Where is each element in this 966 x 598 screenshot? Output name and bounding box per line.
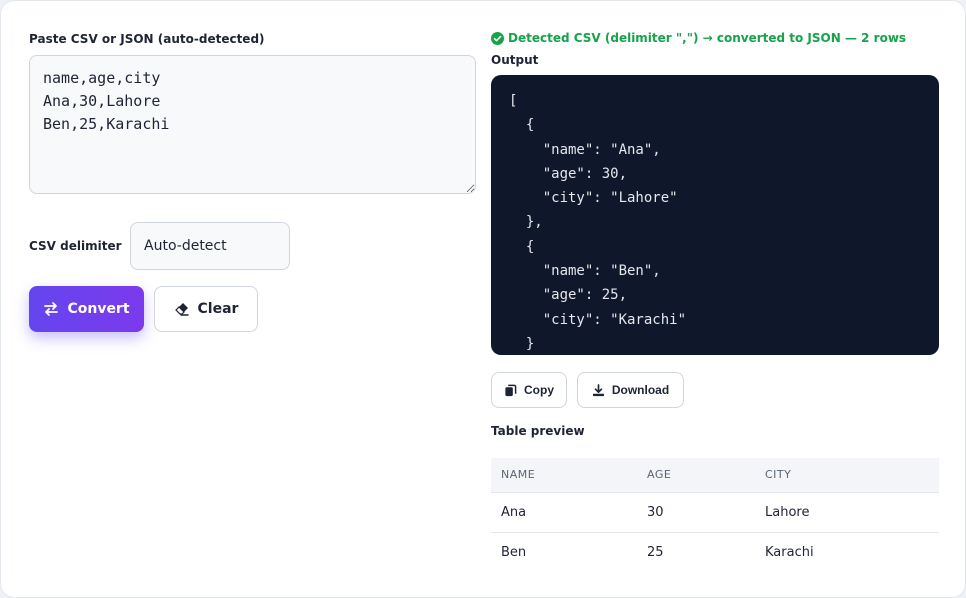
copy-label: Copy <box>524 383 554 397</box>
clear-label: Clear <box>197 301 239 317</box>
status-text: Detected CSV (delimiter ",") → converted… <box>508 31 907 45</box>
column-header: AGE <box>637 458 755 493</box>
csv-json-input[interactable]: name,age,city Ana,30,Lahore Ben,25,Karac… <box>29 55 476 194</box>
output-label: Output <box>491 53 539 67</box>
json-output: [ { "name": "Ana", "age": 30, "city": "L… <box>491 75 939 355</box>
detection-status: Detected CSV (delimiter ",") → converted… <box>491 31 906 45</box>
download-label: Download <box>611 383 670 397</box>
preview-table: NAME AGE CITY Ana 30 Lahore Ben 25 Karac… <box>491 458 939 572</box>
table-cell: Ana <box>491 492 637 533</box>
copy-icon <box>505 384 517 396</box>
column-header: CITY <box>755 458 939 493</box>
table-cell: Lahore <box>755 492 939 533</box>
input-label: Paste CSV or JSON (auto-detected) <box>29 32 265 46</box>
table-cell: Karachi <box>765 544 814 560</box>
copy-button[interactable]: Copy <box>491 372 567 408</box>
convert-label: Convert <box>67 301 130 317</box>
convert-button[interactable]: Convert <box>29 286 144 332</box>
column-header: NAME <box>491 458 637 493</box>
check-circle-icon <box>491 31 504 45</box>
preview-label: Table preview <box>491 424 585 438</box>
delimiter-input[interactable] <box>130 222 290 270</box>
table-cell: Ben <box>501 544 527 560</box>
download-icon <box>592 383 604 396</box>
table-row: Ana 30 Lahore <box>491 492 939 533</box>
download-button[interactable]: Download <box>577 372 684 408</box>
converter-card: Paste CSV or JSON (auto-detected) name,a… <box>0 0 966 598</box>
table-cell: 30 <box>637 492 755 533</box>
swap-arrows-icon <box>44 302 59 316</box>
delimiter-label: CSV delimiter <box>29 239 122 253</box>
eraser-icon <box>174 303 189 316</box>
clear-button[interactable]: Clear <box>154 286 258 332</box>
table-row: Ben 25 Karachi <box>491 532 939 572</box>
table-cell: 25 <box>647 544 664 560</box>
table-header-row: NAME AGE CITY <box>491 458 939 493</box>
